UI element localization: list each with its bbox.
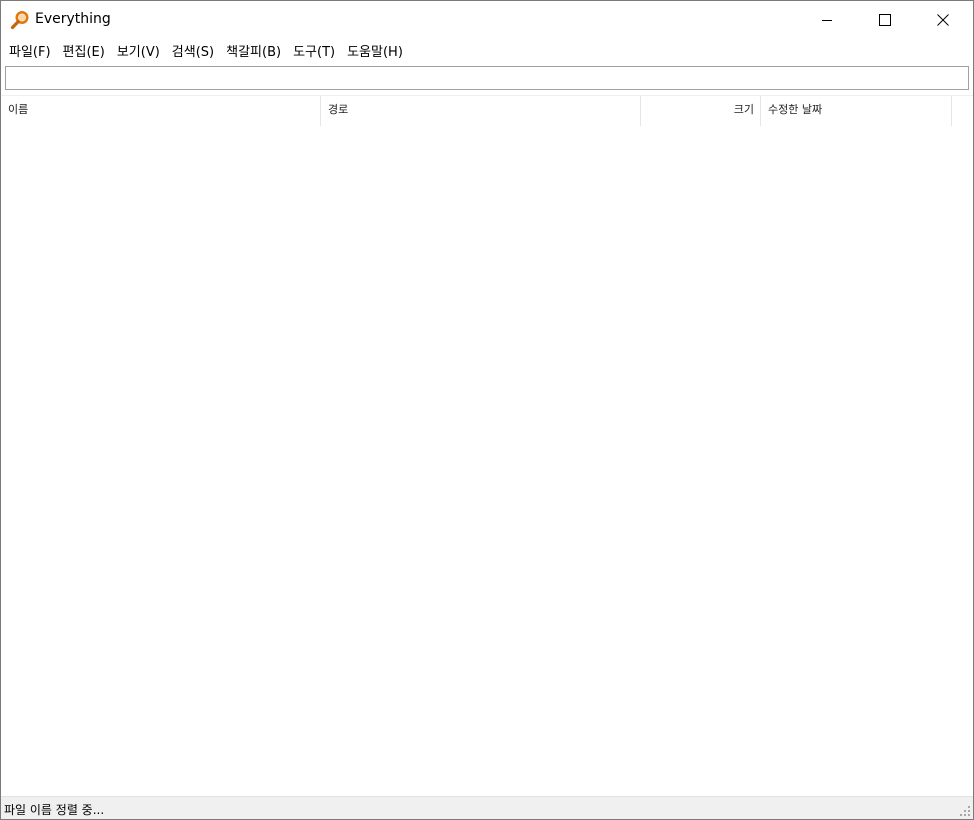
close-icon xyxy=(937,13,949,26)
column-header-path[interactable]: 경로 xyxy=(321,96,641,126)
search-input[interactable] xyxy=(6,67,968,90)
maximize-icon xyxy=(879,13,891,26)
menu-edit[interactable]: 편집(E) xyxy=(57,38,111,63)
column-header-modified[interactable]: 수정한 날짜 xyxy=(761,96,952,126)
menu-file[interactable]: 파일(F) xyxy=(3,38,57,63)
search-box xyxy=(5,66,969,90)
app-window: Everything 파일(F) 편집(E) 보기(V) 검색(S) 책갈피(B… xyxy=(0,0,974,820)
menu-bar: 파일(F) 편집(E) 보기(V) 검색(S) 책갈피(B) 도구(T) 도움말… xyxy=(1,38,973,62)
maximize-button[interactable] xyxy=(856,1,914,38)
minimize-button[interactable] xyxy=(798,1,856,38)
close-button[interactable] xyxy=(914,1,972,38)
window-title: Everything xyxy=(35,11,111,27)
status-bar: 파일 이름 정렬 중... xyxy=(1,796,973,819)
menu-search[interactable]: 검색(S) xyxy=(166,38,220,63)
menu-bookmarks[interactable]: 책갈피(B) xyxy=(220,38,287,63)
status-text: 파일 이름 정렬 중... xyxy=(4,803,105,817)
column-header-size[interactable]: 크기 xyxy=(641,96,761,126)
title-bar[interactable]: Everything xyxy=(1,1,973,38)
menu-tools[interactable]: 도구(T) xyxy=(287,38,341,63)
resize-grip-icon[interactable] xyxy=(959,805,971,817)
menu-view[interactable]: 보기(V) xyxy=(111,38,166,63)
column-header-name[interactable]: 이름 xyxy=(1,96,321,126)
minimize-icon xyxy=(822,19,832,21)
menu-help[interactable]: 도움말(H) xyxy=(341,38,409,63)
magnifier-icon xyxy=(10,11,29,30)
results-list[interactable] xyxy=(1,126,973,796)
column-header: 이름 경로 크기 수정한 날짜 xyxy=(1,96,973,126)
